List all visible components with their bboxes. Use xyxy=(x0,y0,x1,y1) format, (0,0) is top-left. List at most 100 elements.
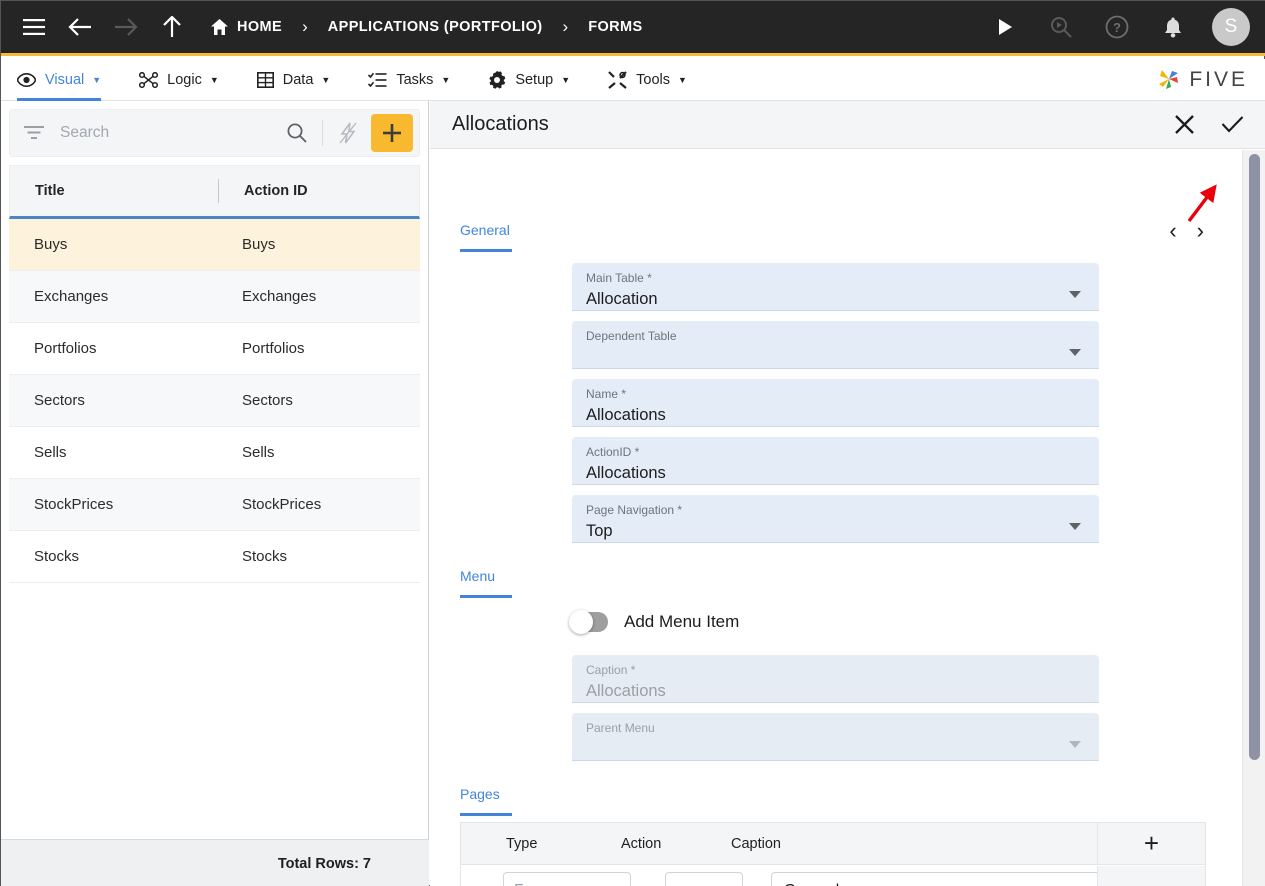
breadcrumb-home[interactable]: HOME xyxy=(211,19,282,35)
action-id-label: ActionID * xyxy=(586,445,640,459)
caption-field[interactable]: Caption * Allocations xyxy=(572,655,1099,703)
section-label-pages[interactable]: Pages xyxy=(460,786,512,816)
menu-item-tools[interactable]: Tools ▼ xyxy=(608,59,703,101)
table-row[interactable]: Stocks Stocks xyxy=(9,531,420,583)
page-caption-value: General xyxy=(784,882,839,886)
row-action-id: Portfolios xyxy=(242,340,305,357)
menu-item-data[interactable]: Data ▼ xyxy=(256,59,347,101)
eye-icon xyxy=(17,72,36,87)
checklist-icon xyxy=(368,72,387,88)
dependent-table-label: Dependent Table xyxy=(586,329,677,343)
section-label-menu[interactable]: Menu xyxy=(460,568,513,598)
section-label-general[interactable]: General xyxy=(460,222,512,252)
table-row[interactable]: Portfolios Portfolios xyxy=(9,323,420,375)
topbar-actions: ? S xyxy=(988,8,1250,46)
pages-column-action: Action xyxy=(621,835,662,852)
filter-icon[interactable] xyxy=(16,126,52,140)
name-label: Name * xyxy=(586,387,627,401)
menu-item-logic[interactable]: Logic ▼ xyxy=(139,59,235,101)
forward-arrow-icon[interactable] xyxy=(109,10,143,44)
name-field[interactable]: Name * Allocations xyxy=(572,379,1099,427)
action-id-field[interactable]: ActionID * Allocations xyxy=(572,437,1099,485)
chevron-down-icon[interactable] xyxy=(1069,523,1081,530)
breadcrumb-separator-2: › xyxy=(562,17,569,36)
table-row[interactable]: Sells Sells xyxy=(9,427,420,479)
chevron-down-icon[interactable] xyxy=(1069,291,1081,298)
forms-table-header: Title Action ID xyxy=(9,165,420,219)
next-record-button[interactable]: › xyxy=(1197,220,1204,242)
pages-column-caption: Caption xyxy=(731,835,781,852)
previous-record-button[interactable]: ‹ xyxy=(1169,220,1176,242)
chevron-down-icon: ▼ xyxy=(441,74,451,85)
row-action-id: Stocks xyxy=(242,548,288,565)
pages-table: Type Action Caption + Form General ✕ xyxy=(460,822,1206,886)
page-navigation-field[interactable]: Page Navigation * Top xyxy=(572,495,1099,543)
breadcrumb-forms[interactable]: FORMS xyxy=(588,19,642,35)
user-avatar[interactable]: S xyxy=(1212,8,1250,46)
forms-table-body: Buys Buys Exchanges Exchanges Portfolios… xyxy=(9,219,420,583)
save-check-icon[interactable] xyxy=(1221,114,1244,135)
main-table-field[interactable]: Main Table * Allocation xyxy=(572,263,1099,311)
table-row[interactable]: Buys Buys xyxy=(9,219,420,271)
chevron-down-icon[interactable] xyxy=(1069,741,1081,748)
tools-icon xyxy=(608,70,627,89)
chevron-down-icon: ▼ xyxy=(561,74,571,85)
close-icon[interactable] xyxy=(1174,114,1195,135)
row-title: Sectors xyxy=(34,392,85,409)
breadcrumb-applications[interactable]: APPLICATIONS (PORTFOLIO) xyxy=(328,19,543,35)
table-icon xyxy=(256,71,274,88)
chevron-down-icon: ▼ xyxy=(321,74,331,85)
record-pager: ‹ › xyxy=(1169,220,1204,242)
add-menu-item-toggle[interactable] xyxy=(569,610,608,634)
chevron-down-icon: ▼ xyxy=(678,74,687,85)
forms-list-panel: Title Action ID Buys Buys Exchanges Exch… xyxy=(1,101,429,886)
search-icon[interactable] xyxy=(280,123,314,143)
detail-header-actions xyxy=(1174,114,1244,135)
row-action-id: Sells xyxy=(242,444,275,461)
caption-label: Caption * xyxy=(586,663,636,677)
menu-item-setup[interactable]: Setup ▼ xyxy=(488,59,586,101)
page-navigation-label: Page Navigation * xyxy=(586,503,683,517)
table-row[interactable]: Exchanges Exchanges xyxy=(9,271,420,323)
add-page-button[interactable]: + xyxy=(1097,822,1205,865)
menu-item-data-label: Data xyxy=(282,71,314,88)
back-arrow-icon[interactable] xyxy=(63,10,97,44)
menu-item-tasks[interactable]: Tasks ▼ xyxy=(368,59,466,101)
gear-icon xyxy=(488,70,506,89)
search-bar xyxy=(9,109,420,157)
search-run-icon[interactable] xyxy=(1044,10,1078,44)
search-input[interactable] xyxy=(52,124,280,142)
table-row[interactable]: StockPrices StockPrices xyxy=(9,479,420,531)
column-header-title[interactable]: Title xyxy=(10,183,218,199)
pages-row-side-cell xyxy=(1097,866,1205,886)
row-title: Sells xyxy=(34,444,67,461)
help-icon[interactable]: ? xyxy=(1100,10,1134,44)
menu-item-visual[interactable]: Visual ▼ xyxy=(17,59,117,101)
detail-scrollbar-track[interactable] xyxy=(1242,150,1265,886)
pages-table-row: Form General ✕ xyxy=(461,865,1205,886)
column-header-action-id[interactable]: Action ID xyxy=(219,183,308,199)
notifications-bell-icon[interactable] xyxy=(1156,10,1190,44)
run-icon[interactable] xyxy=(988,10,1022,44)
hamburger-menu-icon[interactable] xyxy=(17,10,51,44)
breadcrumb-forms-label: FORMS xyxy=(588,19,643,35)
add-form-button[interactable] xyxy=(371,114,413,152)
nodes-icon xyxy=(139,71,159,88)
total-rows-label: Total Rows: 7 xyxy=(277,855,371,872)
dependent-table-field[interactable]: Dependent Table xyxy=(572,321,1099,369)
add-menu-item-row: Add Menu Item xyxy=(569,610,739,634)
breadcrumb-home-label: HOME xyxy=(237,19,283,35)
detail-scrollbar-thumb[interactable] xyxy=(1249,154,1260,760)
row-title: StockPrices xyxy=(34,496,114,513)
page-caption-input[interactable]: General ✕ xyxy=(771,872,1133,886)
page-action-select[interactable] xyxy=(665,872,743,886)
up-arrow-icon[interactable] xyxy=(155,10,189,44)
caption-value: Allocations xyxy=(586,682,666,700)
chevron-down-icon[interactable] xyxy=(1069,349,1081,356)
parent-menu-field[interactable]: Parent Menu xyxy=(572,713,1099,761)
table-row[interactable]: Sectors Sectors xyxy=(9,375,420,427)
form-detail-panel: Allocations General ‹ › Main Table * All… xyxy=(430,101,1265,886)
menu-item-visual-label: Visual xyxy=(45,71,85,88)
lightning-icon[interactable] xyxy=(331,122,365,144)
page-type-select[interactable]: Form xyxy=(503,872,631,886)
